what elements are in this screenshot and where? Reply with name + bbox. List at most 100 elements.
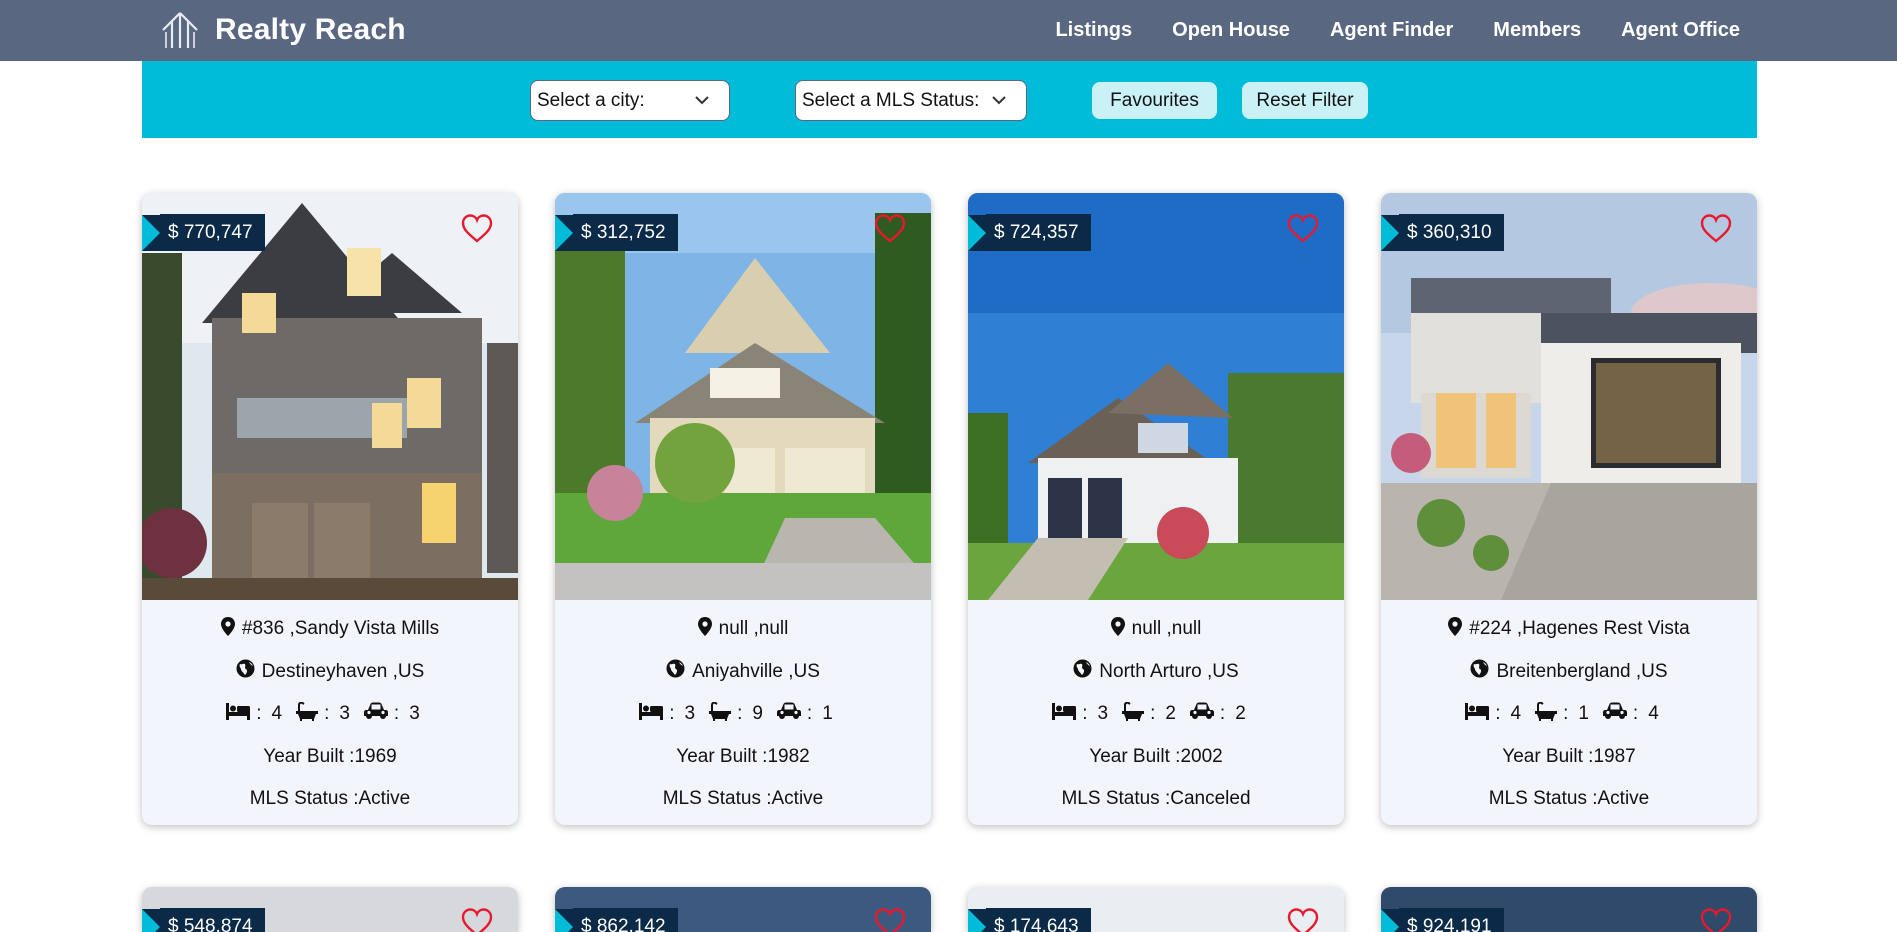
car-icon	[1602, 702, 1627, 726]
listing-info: #836 ,Sandy Vista Mills Destineyhaven ,U…	[142, 600, 518, 821]
price-tag: $ 174,643	[968, 908, 1091, 932]
listing-location: Destineyhaven ,US	[142, 651, 518, 694]
listing-card[interactable]: $ 862,142	[555, 887, 931, 932]
listing-location: North Arturo ,US	[968, 651, 1344, 694]
listing-photo[interactable]	[555, 193, 931, 600]
heart-outline-icon[interactable]	[460, 906, 494, 932]
cars-count: 2	[1235, 703, 1246, 725]
listing-photo[interactable]	[968, 193, 1344, 600]
price-tag: $ 312,752	[555, 214, 678, 251]
location-text: North Arturo ,US	[1099, 660, 1239, 682]
brand-name: Realty Reach	[215, 13, 406, 46]
city-select-label: Select a city:	[537, 89, 645, 111]
mls-status-select[interactable]: Select a MLS Status:	[795, 80, 1027, 121]
listing-info: null ,null North Arturo ,US : 3 : 2 : 2 …	[968, 600, 1344, 821]
address-text: #224 ,Hagenes Rest Vista	[1469, 618, 1690, 640]
heart-outline-icon[interactable]	[873, 906, 907, 932]
heart-outline-icon[interactable]	[873, 212, 907, 246]
address-text: null ,null	[1131, 618, 1202, 640]
price-tag: $ 862,142	[555, 908, 678, 932]
map-pin-icon	[220, 616, 235, 642]
heart-outline-icon[interactable]	[1699, 212, 1733, 246]
heart-outline-icon[interactable]	[1699, 906, 1733, 932]
listing-card[interactable]: $ 548,874	[142, 887, 518, 932]
beds-count: 4	[271, 703, 283, 725]
listing-photo[interactable]	[1381, 193, 1757, 600]
car-icon	[363, 702, 388, 726]
year-built: Year Built :1987	[1502, 745, 1636, 767]
map-pin-icon	[697, 616, 712, 642]
price-tag-arrow	[142, 214, 160, 251]
listing-features: : 4 : 1 : 4	[1381, 693, 1757, 736]
nav-link-open-house[interactable]: Open House	[1172, 19, 1290, 42]
city-select[interactable]: Select a city:	[530, 80, 730, 121]
listing-address: null ,null	[555, 608, 931, 651]
reset-filter-button[interactable]: Reset Filter	[1242, 82, 1368, 119]
nav-link-agent-finder[interactable]: Agent Finder	[1330, 19, 1453, 42]
price-text: $ 548,874	[160, 908, 265, 932]
colon: :	[737, 703, 743, 725]
mls-status: MLS Status :Active	[662, 788, 824, 810]
bath-icon	[709, 701, 732, 727]
globe-icon	[666, 659, 685, 684]
house-arch-logo-icon	[162, 12, 198, 48]
colon: :	[806, 703, 813, 725]
map-pin-icon	[1110, 616, 1125, 642]
listing-card[interactable]: $ 312,752 null ,null Aniyahville ,US : 3…	[555, 193, 931, 825]
listing-card[interactable]: $ 924,191	[1381, 887, 1757, 932]
nav-links: Listings Open House Agent Finder Members…	[1055, 0, 1740, 61]
filter-bar: Select a city: Select a MLS Status: Favo…	[142, 61, 1757, 138]
listing-location: Breitenbergland ,US	[1381, 651, 1757, 694]
brand[interactable]: Realty Reach	[160, 10, 406, 50]
colon: :	[669, 703, 675, 725]
listing-location: Aniyahville ,US	[555, 651, 931, 694]
bed-icon	[226, 702, 251, 726]
price-tag: $ 924,191	[1381, 908, 1504, 932]
price-text: $ 862,142	[573, 908, 678, 932]
listing-card[interactable]: $ 360,310 #224 ,Hagenes Rest Vista Breit…	[1381, 193, 1757, 825]
price-text: $ 174,643	[986, 908, 1091, 932]
bed-icon	[1052, 702, 1077, 726]
nav-link-listings[interactable]: Listings	[1055, 19, 1132, 42]
address-text: null ,null	[718, 618, 789, 640]
year-built: Year Built :1969	[263, 745, 397, 767]
listing-card[interactable]: $ 770,747 #836 ,Sandy Vista Mills Destin…	[142, 193, 518, 825]
price-tag-arrow	[1381, 908, 1399, 932]
price-tag-arrow	[142, 908, 160, 932]
year-built: Year Built :1982	[676, 745, 810, 767]
favourites-button[interactable]: Favourites	[1092, 82, 1217, 119]
listing-features: : 3 : 9 : 1	[555, 693, 931, 736]
listing-address: null ,null	[968, 608, 1344, 651]
car-icon	[1189, 702, 1214, 726]
price-tag-arrow	[968, 908, 986, 932]
price-tag: $ 360,310	[1381, 214, 1504, 251]
price-tag-arrow	[968, 214, 986, 251]
location-text: Breitenbergland ,US	[1496, 660, 1668, 682]
listing-photo[interactable]	[142, 193, 518, 600]
listing-card[interactable]: $ 724,357 null ,null North Arturo ,US : …	[968, 193, 1344, 825]
nav-link-members[interactable]: Members	[1493, 19, 1581, 42]
listing-address: #836 ,Sandy Vista Mills	[142, 608, 518, 651]
beds-count: 3	[684, 703, 696, 725]
price-text: $ 770,747	[160, 214, 265, 251]
colon: :	[1150, 703, 1156, 725]
price-tag-arrow	[555, 908, 573, 932]
beds-count: 3	[1097, 703, 1109, 725]
listing-card[interactable]: $ 174,643	[968, 887, 1344, 932]
bed-icon	[639, 702, 664, 726]
bed-icon	[1465, 702, 1490, 726]
heart-outline-icon[interactable]	[1286, 906, 1320, 932]
heart-outline-icon[interactable]	[1286, 212, 1320, 246]
mls-status: MLS Status :Active	[1488, 788, 1650, 810]
globe-icon	[236, 659, 255, 684]
colon: :	[1082, 703, 1088, 725]
baths-count: 3	[339, 703, 350, 725]
location-text: Aniyahville ,US	[692, 660, 820, 682]
cars-count: 1	[822, 703, 833, 725]
heart-outline-icon[interactable]	[460, 212, 494, 246]
listing-info: null ,null Aniyahville ,US : 3 : 9 : 1 Y…	[555, 600, 931, 821]
location-text: Destineyhaven ,US	[261, 660, 425, 682]
price-text: $ 724,357	[986, 214, 1091, 251]
nav-link-agent-office[interactable]: Agent Office	[1621, 19, 1740, 42]
chevron-down-icon	[992, 96, 1006, 105]
